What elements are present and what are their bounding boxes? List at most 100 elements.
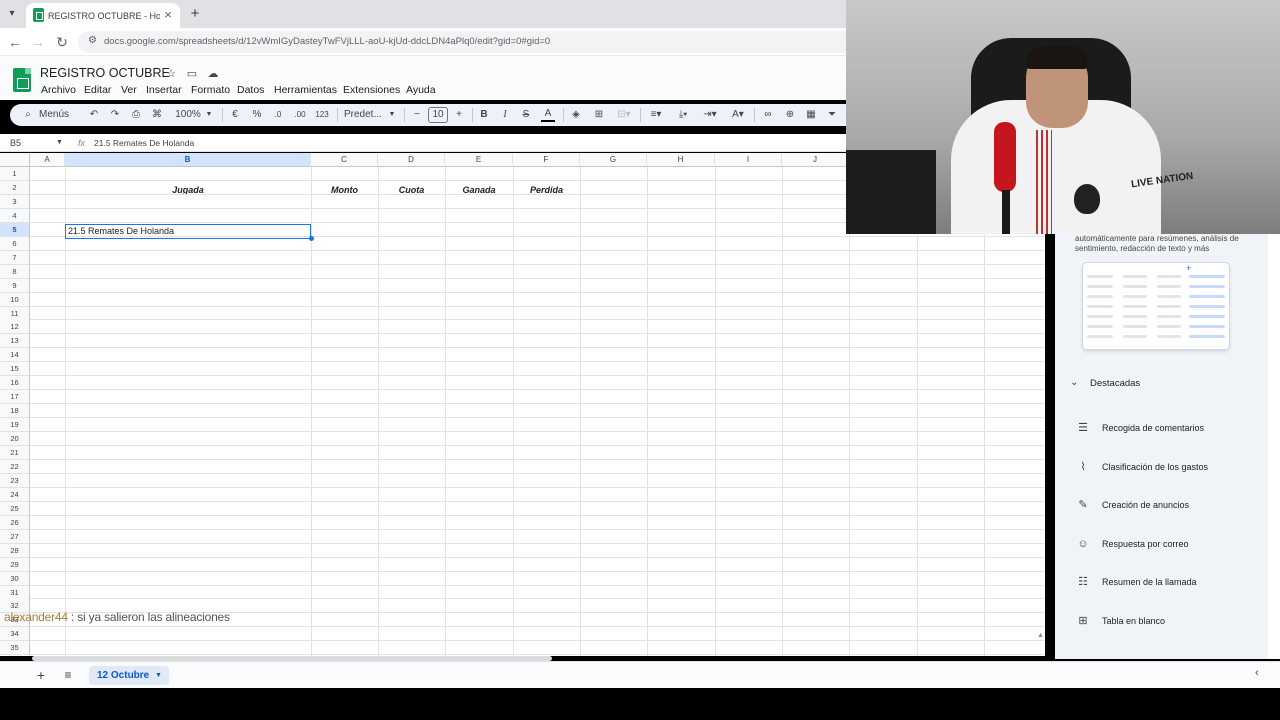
font-size-input[interactable]: 10 — [428, 107, 448, 123]
fill-handle[interactable] — [309, 236, 314, 241]
column-header-g[interactable]: G — [580, 153, 647, 167]
row-header-24[interactable]: 24 — [0, 487, 30, 502]
column-header-h[interactable]: H — [647, 153, 715, 167]
chevron-down-icon[interactable]: ▼ — [205, 106, 213, 124]
undo-icon[interactable]: ↶ — [87, 106, 101, 124]
row-header-16[interactable]: 16 — [0, 376, 30, 391]
chevron-down-icon[interactable]: ▼ — [155, 668, 162, 683]
text-color-button[interactable]: A — [541, 106, 555, 122]
row-header-30[interactable]: 30 — [0, 571, 30, 586]
site-info-icon[interactable]: ⚙ — [88, 35, 100, 49]
all-sheets-menu-icon[interactable]: ≡ — [61, 667, 75, 683]
row-header-31[interactable]: 31 — [0, 585, 30, 600]
row-header-17[interactable]: 17 — [0, 390, 30, 405]
row-header-28[interactable]: 28 — [0, 543, 30, 558]
strikethrough-button[interactable]: S — [520, 106, 532, 124]
column-header-f[interactable]: F — [513, 153, 580, 167]
browser-tab[interactable]: REGISTRO OCTUBRE - Hojas de × — [26, 3, 180, 28]
chevron-down-icon[interactable]: ▼ — [56, 136, 63, 150]
search-menus-label[interactable]: Menús — [39, 106, 71, 124]
move-folder-icon[interactable]: ▭ — [185, 67, 199, 81]
zoom-select[interactable]: 100% — [173, 106, 203, 124]
star-icon[interactable]: ☆ — [164, 67, 178, 81]
feature-tabla-en-blanco[interactable]: Tabla en blanco — [1102, 614, 1165, 628]
sheet-tab[interactable]: 12 Octubre ▼ — [89, 666, 169, 685]
font-select[interactable]: Predet... — [344, 106, 386, 124]
row-header-25[interactable]: 25 — [0, 501, 30, 516]
chevron-down-icon[interactable]: ⌄ — [1070, 377, 1078, 388]
row-header-34[interactable]: 34 — [0, 627, 30, 642]
scroll-up-icon[interactable]: ▲ — [1037, 632, 1044, 639]
row-header-23[interactable]: 23 — [0, 473, 30, 488]
insert-comment-icon[interactable]: ⊕ — [783, 106, 797, 124]
column-header-c[interactable]: C — [311, 153, 378, 167]
merge-cells-icon[interactable]: ⊟▾ — [614, 106, 634, 124]
feature-recogida-comentarios[interactable]: Recogida de comentarios — [1102, 421, 1204, 435]
menu-archivo[interactable]: Archivo — [41, 83, 76, 97]
feature-creacion-anuncios[interactable]: Creación de anuncios — [1102, 498, 1189, 512]
cell-e2-ganada[interactable]: Ganada — [445, 183, 513, 197]
document-title[interactable]: REGISTRO OCTUBRE — [40, 66, 170, 81]
cell-c2-monto[interactable]: Monto — [311, 183, 378, 197]
align-left-icon[interactable]: ≡▾ — [646, 106, 666, 124]
currency-format-button[interactable]: € — [229, 106, 241, 124]
tab-search-icon[interactable]: ▾ — [4, 6, 20, 22]
menu-datos[interactable]: Datos — [237, 83, 264, 97]
menu-ver[interactable]: Ver — [121, 83, 137, 97]
paint-format-icon[interactable]: ⌘ — [150, 106, 164, 124]
menu-editar[interactable]: Editar — [84, 83, 111, 97]
row-header-21[interactable]: 21 — [0, 446, 30, 460]
insert-link-icon[interactable]: ∞ — [761, 106, 775, 124]
column-header-j[interactable]: J — [782, 153, 849, 167]
chevron-down-icon[interactable]: ▼ — [388, 106, 396, 124]
row-header-5[interactable]: 5 — [0, 222, 30, 237]
reload-icon[interactable]: ↻ — [53, 33, 71, 51]
row-header-7[interactable]: 7 — [0, 250, 30, 265]
row-header-19[interactable]: 19 — [0, 418, 30, 433]
row-header-11[interactable]: 11 — [0, 306, 30, 321]
cell-f2-perdida[interactable]: Perdida — [513, 183, 580, 197]
row-header-35[interactable]: 35 — [0, 641, 30, 656]
collapse-panel-icon[interactable]: ‹ — [1255, 667, 1259, 679]
column-header-i[interactable]: I — [715, 153, 782, 167]
column-header-b[interactable]: B — [65, 153, 311, 167]
menu-formato[interactable]: Formato — [191, 83, 230, 97]
row-header-9[interactable]: 9 — [0, 278, 30, 293]
cloud-status-icon[interactable]: ☁ — [206, 67, 220, 81]
row-header-12[interactable]: 12 — [0, 320, 30, 335]
menu-herramientas[interactable]: Herramientas — [274, 83, 337, 97]
print-icon[interactable]: ⎙ — [129, 106, 143, 124]
decrease-font-size-icon[interactable]: − — [411, 106, 423, 124]
menu-ayuda[interactable]: Ayuda — [406, 83, 436, 97]
vertical-align-icon[interactable]: ⤓▾ — [673, 106, 693, 124]
formula-input[interactable]: 21.5 Remates De Holanda — [94, 136, 194, 150]
filter-icon[interactable]: ⏷ — [825, 106, 839, 124]
row-header-22[interactable]: 22 — [0, 459, 30, 474]
row-header-14[interactable]: 14 — [0, 348, 30, 363]
back-arrow-icon[interactable]: ← — [6, 33, 24, 51]
feature-resumen-llamada[interactable]: Resumen de la llamada — [1102, 575, 1197, 589]
row-header-15[interactable]: 15 — [0, 362, 30, 377]
sheets-logo-icon[interactable] — [13, 68, 31, 92]
search-icon[interactable]: ⌕ — [22, 106, 34, 124]
menu-insertar[interactable]: Insertar — [146, 83, 182, 97]
row-header-29[interactable]: 29 — [0, 557, 30, 572]
row-header-27[interactable]: 27 — [0, 529, 30, 544]
add-sheet-button[interactable]: + — [34, 667, 48, 683]
column-header-e[interactable]: E — [445, 153, 513, 167]
close-icon[interactable]: × — [160, 7, 176, 23]
insert-chart-icon[interactable]: ▦ — [804, 106, 818, 124]
text-wrap-icon[interactable]: ⇥▾ — [700, 106, 720, 124]
increase-decimal-button[interactable]: .00 — [292, 106, 308, 124]
bold-button[interactable]: B — [478, 106, 490, 124]
row-header-26[interactable]: 26 — [0, 515, 30, 530]
select-all-corner[interactable] — [0, 153, 30, 167]
row-header-1[interactable]: 1 — [0, 167, 30, 181]
cell-d2-cuota[interactable]: Cuota — [378, 183, 445, 197]
new-tab-button[interactable]: + — [186, 5, 204, 23]
row-header-18[interactable]: 18 — [0, 404, 30, 419]
feature-clasificacion-gastos[interactable]: Clasificación de los gastos — [1102, 460, 1208, 474]
name-box[interactable]: B5 — [10, 136, 50, 150]
row-header-10[interactable]: 10 — [0, 292, 30, 307]
fill-color-icon[interactable]: ◈ — [569, 106, 583, 124]
